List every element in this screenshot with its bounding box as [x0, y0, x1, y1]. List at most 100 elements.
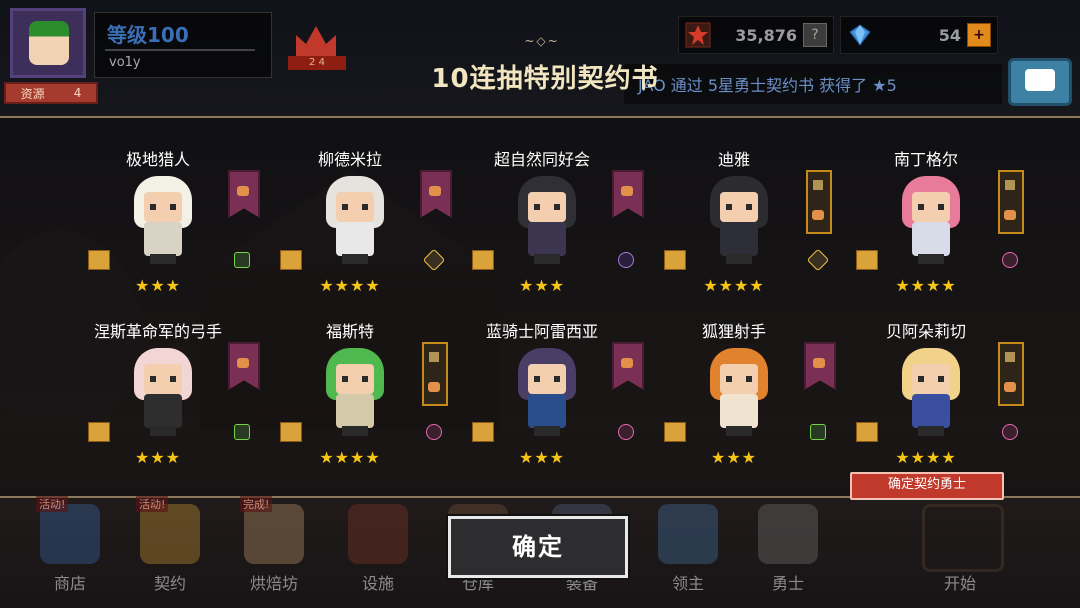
- element-icon: [1002, 424, 1018, 440]
- contract-scroll-icon: [664, 422, 686, 442]
- contract-scroll-icon: [280, 250, 302, 270]
- avatar-portrait: [29, 21, 69, 65]
- banner-bread-icon: [237, 186, 249, 196]
- nav-label: 烘焙坊: [249, 574, 298, 593]
- level-panel: 等级100 vo1y: [94, 12, 272, 78]
- nav-item-hero[interactable]: 勇士: [748, 498, 828, 602]
- confirm-button[interactable]: 确定: [446, 514, 630, 580]
- gold-value: 35,876: [735, 25, 797, 45]
- nav-label: 商店: [53, 574, 86, 593]
- hero-eyes: [534, 376, 560, 382]
- star-rating: ★★★: [518, 448, 566, 467]
- banner-face-icon: [813, 180, 823, 190]
- chat-button[interactable]: [1008, 58, 1072, 106]
- gold-star-icon: [685, 22, 711, 48]
- rank-value: 4: [73, 86, 82, 100]
- hero-name: 柳德米拉: [317, 150, 382, 169]
- rarity-banner-icon: [422, 342, 448, 406]
- hero-card[interactable]: 南丁格尔 ★★★★: [846, 146, 1036, 306]
- banner-bread-icon: [1004, 210, 1016, 220]
- start-emblem-icon: [922, 504, 1004, 572]
- contract-icon: [140, 504, 200, 564]
- star-rating: ★★★★: [895, 448, 957, 467]
- hero-legs: [150, 426, 176, 436]
- nav-label: 勇士: [771, 574, 804, 593]
- nav-item-bakery[interactable]: 完成! 烘焙坊: [234, 496, 314, 602]
- rarity-banner-icon: [612, 170, 644, 218]
- contract-scroll-icon: [88, 422, 110, 442]
- hero-card[interactable]: 柳德米拉 ★★★★: [270, 146, 460, 306]
- rarity-banner-icon: [806, 170, 832, 234]
- hero-sprite: [324, 170, 390, 266]
- banner-bread-icon: [429, 186, 441, 196]
- gold-help-button[interactable]: ?: [803, 23, 827, 47]
- hero-icon: [758, 504, 818, 564]
- hero-card[interactable]: 蓝骑士阿雷西亚 ★★★: [462, 318, 652, 478]
- rank-label: 资源: [20, 86, 45, 101]
- crown-top: [296, 26, 336, 56]
- bakery-icon: [244, 504, 304, 564]
- rarity-banner-icon: [612, 342, 644, 390]
- hero-name: 福斯特: [325, 322, 374, 341]
- banner-bread-icon: [621, 358, 633, 368]
- hero-sprite: [516, 342, 582, 438]
- rarity-banner-icon: [998, 170, 1024, 234]
- gem-add-button[interactable]: +: [967, 23, 991, 47]
- hero-legs: [534, 254, 560, 264]
- element-icon: [234, 252, 250, 268]
- element-icon: [806, 248, 830, 272]
- nav-item-facility[interactable]: 设施: [338, 498, 418, 602]
- avatar[interactable]: [10, 8, 86, 78]
- hero-name: 蓝骑士阿雷西亚: [485, 322, 598, 341]
- star-rating: ★★★: [710, 448, 758, 467]
- hero-legs: [726, 254, 752, 264]
- hero-name: 极地猎人: [125, 150, 190, 169]
- rank-badge: 资源 4: [4, 82, 98, 104]
- hero-legs: [918, 254, 944, 264]
- nav-label: 设施: [361, 574, 394, 593]
- rarity-banner-icon: [420, 170, 452, 218]
- element-icon: [1002, 252, 1018, 268]
- hero-body: [912, 394, 950, 428]
- element-icon: [422, 248, 446, 272]
- hero-card[interactable]: 迪雅 ★★★★: [654, 146, 844, 306]
- banner-bread-icon: [1004, 382, 1016, 392]
- exp-bar: [105, 49, 255, 51]
- element-icon: [810, 424, 826, 440]
- rarity-banner-icon: [998, 342, 1024, 406]
- hero-legs: [342, 426, 368, 436]
- banner-bread-icon: [813, 358, 825, 368]
- hero-body: [720, 222, 758, 256]
- hero-sprite: [132, 342, 198, 438]
- banner-bread-icon: [428, 382, 440, 392]
- hero-card[interactable]: 狐狸射手 ★★★: [654, 318, 844, 478]
- player-profile[interactable]: 资源 4 等级100 vo1y: [4, 6, 272, 104]
- nav-item-lord[interactable]: 领主: [648, 498, 728, 602]
- hero-sprite: [900, 342, 966, 438]
- start-button[interactable]: 开始: [910, 498, 1010, 602]
- hero-card[interactable]: 涅斯革命军的弓手 ★★★: [78, 318, 268, 478]
- element-icon: [426, 424, 442, 440]
- hero-legs: [918, 426, 944, 436]
- hero-eyes: [342, 204, 368, 210]
- hero-body: [528, 222, 566, 256]
- hero-card[interactable]: 极地猎人 ★★★: [78, 146, 268, 306]
- contract-scroll-icon: [472, 422, 494, 442]
- star-rating: ★★★★: [319, 276, 381, 295]
- rarity-banner-icon: [228, 170, 260, 218]
- hero-eyes: [918, 376, 944, 382]
- hero-card[interactable]: 贝阿朵莉切 ★★★★: [846, 318, 1036, 478]
- hero-card[interactable]: 超自然同好会 ★★★: [462, 146, 652, 306]
- hero-name: 狐狸射手: [701, 322, 766, 341]
- crown-icon[interactable]: 2 4: [288, 26, 348, 74]
- hero-body: [144, 394, 182, 428]
- nav-item-shop[interactable]: 活动! 商店: [30, 496, 110, 602]
- banner-face-icon: [1005, 352, 1015, 362]
- crown-badge: 2 4: [288, 56, 346, 70]
- hero-card[interactable]: 福斯特 ★★★★: [270, 318, 460, 478]
- banner-face-icon: [1005, 180, 1015, 190]
- star-rating: ★★★: [134, 448, 182, 467]
- nav-item-contract[interactable]: 活动! 契约: [130, 496, 210, 602]
- gem-counter: 54 +: [840, 16, 998, 54]
- hero-eyes: [150, 204, 176, 210]
